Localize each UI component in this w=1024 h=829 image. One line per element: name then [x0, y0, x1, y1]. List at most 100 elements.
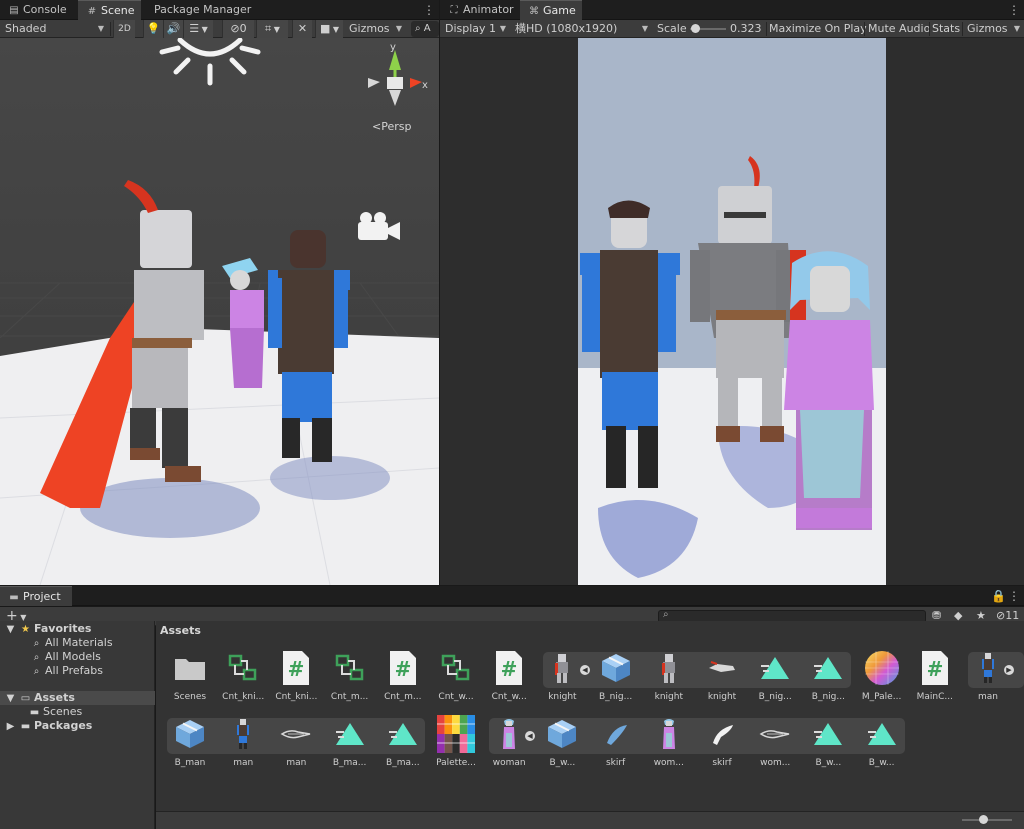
asset-label: Scenes [173, 692, 207, 702]
tab-scene[interactable]: # Scene [78, 0, 141, 20]
mute-audio-toggle[interactable]: Mute Audio [868, 20, 930, 38]
search-icon: ⌕ [33, 666, 40, 677]
man-wire-icon [277, 715, 315, 753]
asset-tile[interactable]: man [217, 715, 269, 777]
svg-text:#: # [288, 657, 305, 681]
asset-label: Palette... [436, 758, 476, 768]
icon-size-slider[interactable] [962, 815, 1012, 824]
asset-tile[interactable]: B_nig... [590, 649, 642, 711]
tree-item-assets[interactable]: ▼ ▭ Assets [0, 691, 155, 705]
asset-tile[interactable]: # Cnt_m... [377, 649, 429, 711]
asset-tile[interactable]: skirf [590, 715, 642, 777]
hidden-objects-toggle[interactable]: ⊘0 [222, 20, 254, 38]
asset-tile[interactable]: Cnt_m... [324, 649, 376, 711]
asset-tile[interactable]: B_man [164, 715, 216, 777]
asset-tile[interactable]: B_ma... [377, 715, 429, 777]
asset-tile[interactable]: Scenes [164, 649, 216, 711]
asset-tile[interactable]: Palette... [430, 715, 482, 777]
scene-window-menu-icon[interactable]: ⋮ [423, 1, 435, 19]
asset-tile[interactable]: # MainC... [909, 649, 961, 711]
gizmos-dropdown[interactable]: Gizmos ▼ [344, 20, 406, 38]
asset-tile[interactable]: B_ma... [324, 715, 376, 777]
tree-item-scenes[interactable]: ▬ Scenes [28, 705, 83, 719]
project-footer [156, 811, 1024, 829]
asset-tile[interactable]: skirf [696, 715, 748, 777]
collapse-arrow-icon: ▶ [6, 721, 15, 732]
game-render-area[interactable] [578, 38, 886, 585]
asset-label: knight [548, 692, 577, 702]
search-icon: ⌕ [33, 638, 40, 649]
tree-item-packages[interactable]: ▶ ▬ Packages [4, 719, 93, 733]
asset-tile[interactable]: knight [643, 649, 695, 711]
chevron-down-icon: ▼ [499, 24, 506, 33]
project-lock-icon[interactable]: 🔒 [991, 587, 1006, 605]
man-model-icon [224, 715, 262, 753]
animator-icon: ⛶ [450, 5, 458, 16]
asset-label: M_Pale... [861, 692, 902, 702]
favorites-header[interactable]: ▼ ★ Favorites [4, 622, 92, 636]
projection-toggle[interactable]: <Persp [372, 120, 411, 133]
palette-texture-icon [437, 715, 475, 753]
scale-slider-thumb[interactable] [691, 24, 701, 33]
favorite-all-models[interactable]: ⌕ All Models [30, 650, 101, 664]
asset-tile[interactable]: man [270, 715, 322, 777]
grid-toggle-icon[interactable]: ⌗ ▼ [256, 20, 288, 38]
avatar-mask-icon [809, 649, 847, 687]
asset-tile[interactable]: B_w... [536, 715, 588, 777]
stats-toggle[interactable]: Stats [932, 20, 960, 38]
game-gizmos-dropdown[interactable]: Gizmos ▼ [962, 20, 1024, 38]
effects-toggle-icon[interactable]: ☰ ▼ [183, 20, 213, 38]
asset-tile[interactable]: # Cnt_kni... [270, 649, 322, 711]
tab-project[interactable]: ▬ Project [0, 586, 72, 606]
asset-tile[interactable]: woman [483, 715, 535, 777]
axis-label-x: x [422, 80, 428, 91]
asset-tile[interactable]: # Cnt_w... [483, 649, 535, 711]
asset-tile[interactable]: knight [696, 649, 748, 711]
asset-label: MainC... [916, 692, 953, 702]
folder-icon: ▬ [20, 721, 31, 732]
asset-label: Cnt_kni... [222, 692, 265, 702]
display-dropdown[interactable]: Display 1 ▼ [440, 20, 510, 38]
skirf-blue-icon [597, 715, 635, 753]
audio-toggle-icon[interactable]: 🔊 [163, 20, 183, 38]
asset-tile[interactable]: man [962, 649, 1014, 711]
game-window-tabs: ⛶ Animator ⌘ Game ⋮ [440, 0, 1024, 20]
asset-tile[interactable]: B_nig... [802, 649, 854, 711]
woman-prefab-icon [490, 715, 528, 753]
asset-tile[interactable]: B_w... [802, 715, 854, 777]
search-icon: ⌕ [663, 609, 669, 620]
tools-icon[interactable]: ✕ [292, 20, 312, 38]
scale-slider[interactable] [690, 20, 726, 38]
game-window-menu-icon[interactable]: ⋮ [1008, 1, 1020, 19]
tab-animator[interactable]: ⛶ Animator [440, 0, 520, 20]
lighting-toggle-icon[interactable]: 💡 [143, 20, 163, 38]
divider [864, 22, 865, 36]
project-window-menu-icon[interactable]: ⋮ [1008, 587, 1020, 605]
prefab-box-icon [543, 715, 581, 753]
asset-tile[interactable]: knight [536, 649, 588, 711]
asset-tile[interactable]: B_nig... [749, 649, 801, 711]
maximize-on-play-toggle[interactable]: Maximize On Play [769, 20, 867, 38]
asset-tile[interactable]: B_w... [856, 715, 908, 777]
resolution-dropdown[interactable]: 横HD (1080x1920) ▼ [510, 20, 652, 38]
tab-game[interactable]: ⌘ Game [520, 0, 582, 20]
tab-console[interactable]: ▤ Console [0, 0, 73, 20]
camera-settings-icon[interactable]: ■ ▼ [315, 20, 343, 38]
asset-tile[interactable]: M_Pale... [856, 649, 908, 711]
scene-search-field[interactable]: ⌕ A [411, 21, 439, 37]
animator-controller-icon [437, 649, 475, 687]
shading-mode-dropdown[interactable]: Shaded ▼ [0, 20, 108, 38]
tab-package-manager[interactable]: Package Manager [146, 0, 257, 20]
scene-toolbar: Shaded ▼ 2D 💡 🔊 ☰ ▼ ⊘0 ⌗ ▼ ✕ ■ ▼ Gizmos ▼ … [0, 20, 439, 38]
asset-tile[interactable]: wom... [749, 715, 801, 777]
asset-tile[interactable]: wom... [643, 715, 695, 777]
scene-viewport[interactable]: y x <Persp [0, 38, 439, 585]
toggle-2d-button[interactable]: 2D [113, 20, 135, 38]
asset-tile[interactable]: Cnt_kni... [217, 649, 269, 711]
favorite-all-materials[interactable]: ⌕ All Materials [30, 636, 113, 650]
icon-size-slider-thumb[interactable] [979, 815, 988, 824]
asset-tile[interactable]: Cnt_w... [430, 649, 482, 711]
project-asset-grid: Assets ◀ ▶ ◀ Scenes Cnt_kni... # Cnt_kni...… [156, 621, 1024, 811]
asset-label: Cnt_w... [491, 692, 527, 702]
favorite-all-prefabs[interactable]: ⌕ All Prefabs [30, 664, 103, 678]
